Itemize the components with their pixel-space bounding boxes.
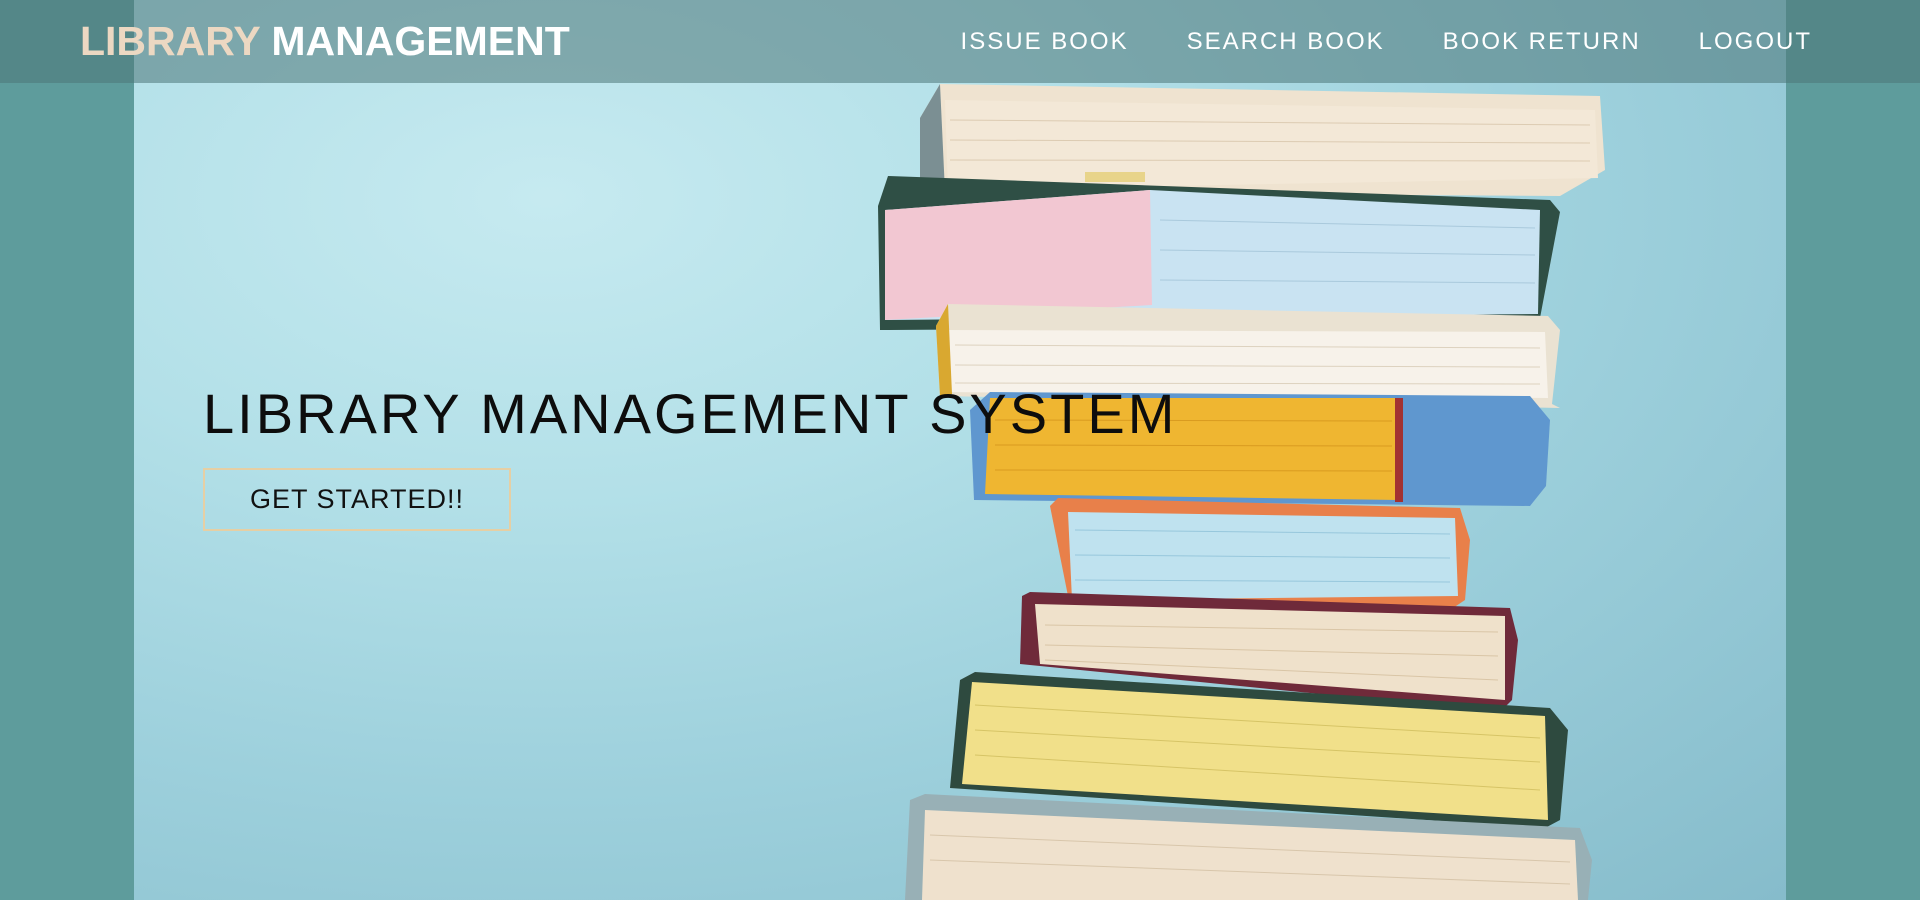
get-started-button[interactable]: GET STARTED!! <box>203 468 511 531</box>
hero-title: LIBRARY MANAGEMENT SYSTEM <box>203 382 1178 445</box>
page: LIBRARY MANAGEMENT SYSTEM GET STARTED!! … <box>0 0 1920 900</box>
book-stack-image <box>878 84 1605 900</box>
